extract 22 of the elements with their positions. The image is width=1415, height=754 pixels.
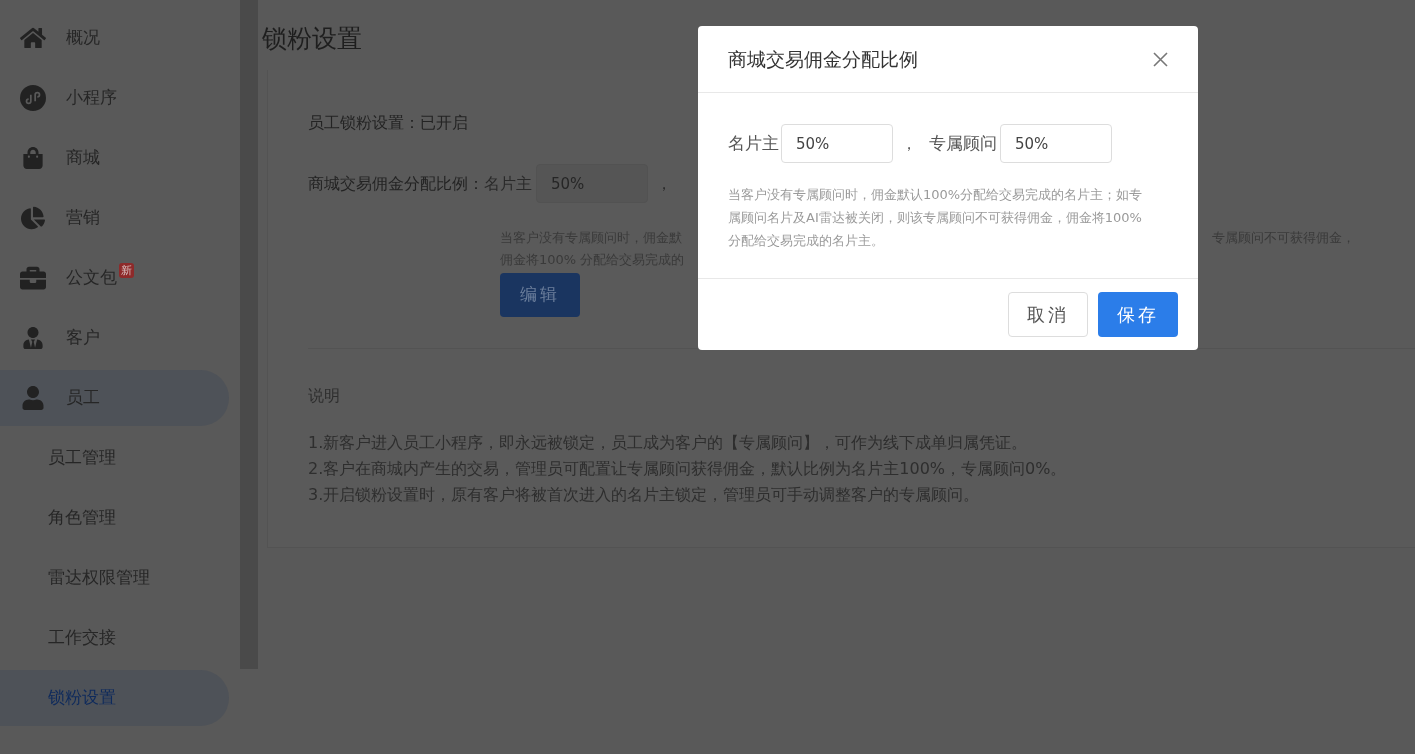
house-icon [20, 25, 46, 51]
dialog-title: 商城交易佣金分配比例 [728, 46, 918, 72]
briefcase-icon [20, 265, 46, 291]
new-badge: 新 [119, 262, 134, 278]
cancel-button[interactable]: 取消 [1008, 292, 1088, 337]
link-icon [20, 85, 46, 111]
close-icon[interactable] [1153, 51, 1168, 67]
page-title: 锁粉设置 [262, 23, 362, 55]
pie-chart-icon [21, 206, 45, 230]
owner-field[interactable]: 50% [781, 124, 893, 163]
advisor-field[interactable]: 50% [1000, 124, 1112, 163]
bag-icon [22, 147, 44, 169]
save-button[interactable]: 保存 [1098, 292, 1178, 337]
edit-button[interactable]: 编辑 [500, 273, 580, 317]
person-icon [22, 327, 44, 349]
hint-text: 当客户没有专属顾问时，佣金默认100%分配给交易完成的名片主；如专属顾问名片及AI雷达被关闭，则该专属顾问不可获得佣金，佣金将100% 分配给交易完成的名片主。 [728, 186, 1144, 250]
submenu-item[interactable]: 锁粉设置 [0, 670, 229, 726]
advisor-label: 专属顾问 [929, 131, 997, 155]
comma: ， [656, 172, 672, 195]
user-icon [21, 386, 45, 410]
owner-label: 名片主 [728, 131, 779, 155]
comma: ， [901, 132, 917, 155]
